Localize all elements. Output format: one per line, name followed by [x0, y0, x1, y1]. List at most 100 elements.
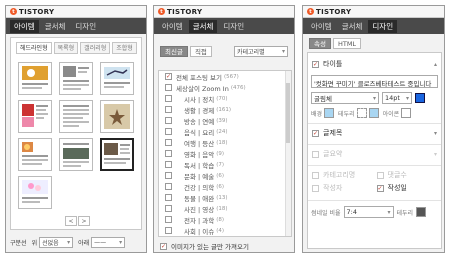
- layout-thumb-3[interactable]: [100, 62, 134, 95]
- layout-thumb-4[interactable]: [18, 100, 52, 133]
- tab-font[interactable]: 글서체: [41, 20, 70, 33]
- date-option: ✓ 작성일: [376, 184, 407, 192]
- category-row[interactable]: 생활 | 경제 (161): [159, 104, 291, 115]
- layout-thumb-6[interactable]: [100, 100, 134, 133]
- thumbnail-border-swatch[interactable]: [416, 207, 427, 217]
- chevron-down-icon: ▾: [372, 94, 376, 102]
- tab-html[interactable]: HTML: [332, 38, 362, 49]
- tab-item[interactable]: 아이템: [158, 20, 187, 33]
- tab-item[interactable]: 아이템: [10, 19, 39, 33]
- writer-checkbox[interactable]: [312, 184, 319, 192]
- category-label: 독서 | 학습: [184, 161, 215, 170]
- thumbnail-pager: < >: [65, 216, 90, 226]
- post-title-checkbox[interactable]: ✓: [312, 129, 319, 137]
- scrollbar[interactable]: [285, 71, 291, 236]
- category-checkbox[interactable]: [165, 106, 172, 113]
- category-row[interactable]: ✓ 전체 포스팅 보기 (567): [159, 71, 291, 82]
- category-row[interactable]: 독서 | 학습 (7): [159, 159, 291, 170]
- icon-label: 아이콘: [382, 110, 400, 118]
- prev-page-button[interactable]: <: [65, 216, 77, 226]
- layout-thumb-5[interactable]: [59, 100, 93, 133]
- border-color-swatch[interactable]: [368, 108, 379, 118]
- main-tabs: 아이템 글서체 디자인: [154, 18, 294, 34]
- border-style-swatch[interactable]: [356, 108, 367, 118]
- category-checkbox[interactable]: [165, 128, 172, 135]
- category-row[interactable]: 여행 | 등산 (18): [159, 137, 291, 148]
- tab-design[interactable]: 디자인: [71, 20, 100, 33]
- category-checkbox[interactable]: [165, 117, 172, 124]
- border-label: 테두리: [396, 209, 414, 217]
- chevron-down-icon[interactable]: ▾: [434, 130, 437, 137]
- tab-properties[interactable]: 속성: [309, 38, 331, 49]
- comment-count-checkbox[interactable]: [376, 171, 384, 179]
- text-color-swatch[interactable]: [415, 93, 425, 103]
- category-checkbox[interactable]: [165, 84, 172, 91]
- style-row: 배경 테두리 아이콘: [311, 108, 438, 118]
- category-checkbox[interactable]: [165, 139, 172, 146]
- category-checkbox[interactable]: [165, 227, 172, 234]
- category-checkbox[interactable]: [165, 150, 172, 157]
- category-name-checkbox[interactable]: [312, 171, 319, 179]
- latest-posts-button[interactable]: 최신글: [160, 46, 188, 57]
- category-checkbox[interactable]: ✓: [165, 73, 172, 80]
- logo-text: TISTORY: [316, 7, 352, 16]
- subtab-list[interactable]: 목록형: [53, 42, 79, 54]
- layout-thumb-2[interactable]: [59, 62, 93, 95]
- category-checkbox[interactable]: [165, 216, 172, 223]
- scrollbar-thumb[interactable]: [286, 83, 290, 143]
- category-row[interactable]: 방송 | 연예 (39): [159, 115, 291, 126]
- tab-item[interactable]: 아이템: [307, 20, 336, 33]
- category-checkbox[interactable]: [165, 183, 172, 190]
- subtab-headline[interactable]: 헤드라인형: [16, 42, 52, 54]
- category-row[interactable]: 전자 | 과학 (8): [159, 214, 291, 225]
- direct-button[interactable]: 직접: [189, 46, 212, 57]
- category-row[interactable]: 문화 | 예술 (6): [159, 170, 291, 181]
- category-row[interactable]: 동물 | 애완 (13): [159, 192, 291, 203]
- category-select[interactable]: 카테고리별 ▾: [234, 46, 288, 57]
- title-checkbox[interactable]: ✓: [312, 60, 319, 68]
- layout-thumb-9[interactable]: [100, 138, 134, 171]
- category-row[interactable]: 세상살이 Zoom In (476): [159, 82, 291, 93]
- category-row[interactable]: 음식 | 요리 (24): [159, 126, 291, 137]
- next-page-button[interactable]: >: [78, 216, 90, 226]
- font-size-select[interactable]: 14pt ▾: [382, 92, 412, 104]
- tab-font[interactable]: 글서체: [338, 20, 367, 33]
- category-checkbox[interactable]: [165, 172, 172, 179]
- divider-bottom-select[interactable]: —— ▾: [91, 237, 126, 248]
- layout-thumb-10[interactable]: [18, 176, 52, 209]
- chevron-up-icon[interactable]: ▴: [434, 61, 437, 68]
- category-checkbox[interactable]: [165, 194, 172, 201]
- layout-thumb-7[interactable]: [18, 138, 52, 171]
- date-checkbox[interactable]: ✓: [376, 184, 384, 192]
- category-row[interactable]: 건강 | 의학 (6): [159, 181, 291, 192]
- divider-top-select[interactable]: 선없음 ▾: [39, 237, 74, 248]
- category-label: 음식 | 요리: [184, 128, 215, 137]
- tab-font[interactable]: 글서체: [188, 19, 218, 33]
- chevron-down-icon[interactable]: ▾: [434, 151, 437, 158]
- tab-design[interactable]: 디자인: [219, 20, 248, 33]
- meta-options: 카테고리명 댓글수 작성자 ✓ 작성일: [312, 170, 437, 193]
- subtab-combo[interactable]: 조합형: [112, 42, 137, 54]
- category-row[interactable]: 사진 | 영상 (18): [159, 203, 291, 214]
- icon-swatch[interactable]: [401, 108, 412, 118]
- image-only-checkbox[interactable]: ✓: [160, 242, 167, 250]
- category-label: 사진 | 영상: [184, 205, 215, 214]
- ratio-select[interactable]: 7:4 ▾: [343, 206, 394, 218]
- title-input[interactable]: '컷화면 꾸미기' 클로즈베타테스트 중입니다: [311, 75, 438, 88]
- category-count: (476): [230, 84, 246, 91]
- category-checkbox[interactable]: [165, 161, 172, 168]
- tab-design[interactable]: 디자인: [368, 19, 398, 33]
- layout-thumb-1[interactable]: [18, 62, 52, 95]
- subtab-gallery[interactable]: 갤러리형: [80, 42, 111, 54]
- category-checkbox[interactable]: [165, 205, 172, 212]
- background-color-swatch[interactable]: [324, 108, 335, 118]
- category-row[interactable]: 영화 | 음악 (9): [159, 148, 291, 159]
- comment-count-option: 댓글수: [376, 170, 438, 180]
- category-checkbox[interactable]: [165, 95, 172, 102]
- category-row[interactable]: 사회 | 이슈 (4): [159, 225, 291, 236]
- summary-checkbox[interactable]: [312, 150, 319, 158]
- font-family-select[interactable]: 굴림체 ▾: [311, 92, 379, 104]
- tistory-logo-icon: t: [307, 8, 314, 15]
- category-row[interactable]: 시사 | 정치 (70): [159, 93, 291, 104]
- layout-thumb-8[interactable]: [59, 138, 93, 171]
